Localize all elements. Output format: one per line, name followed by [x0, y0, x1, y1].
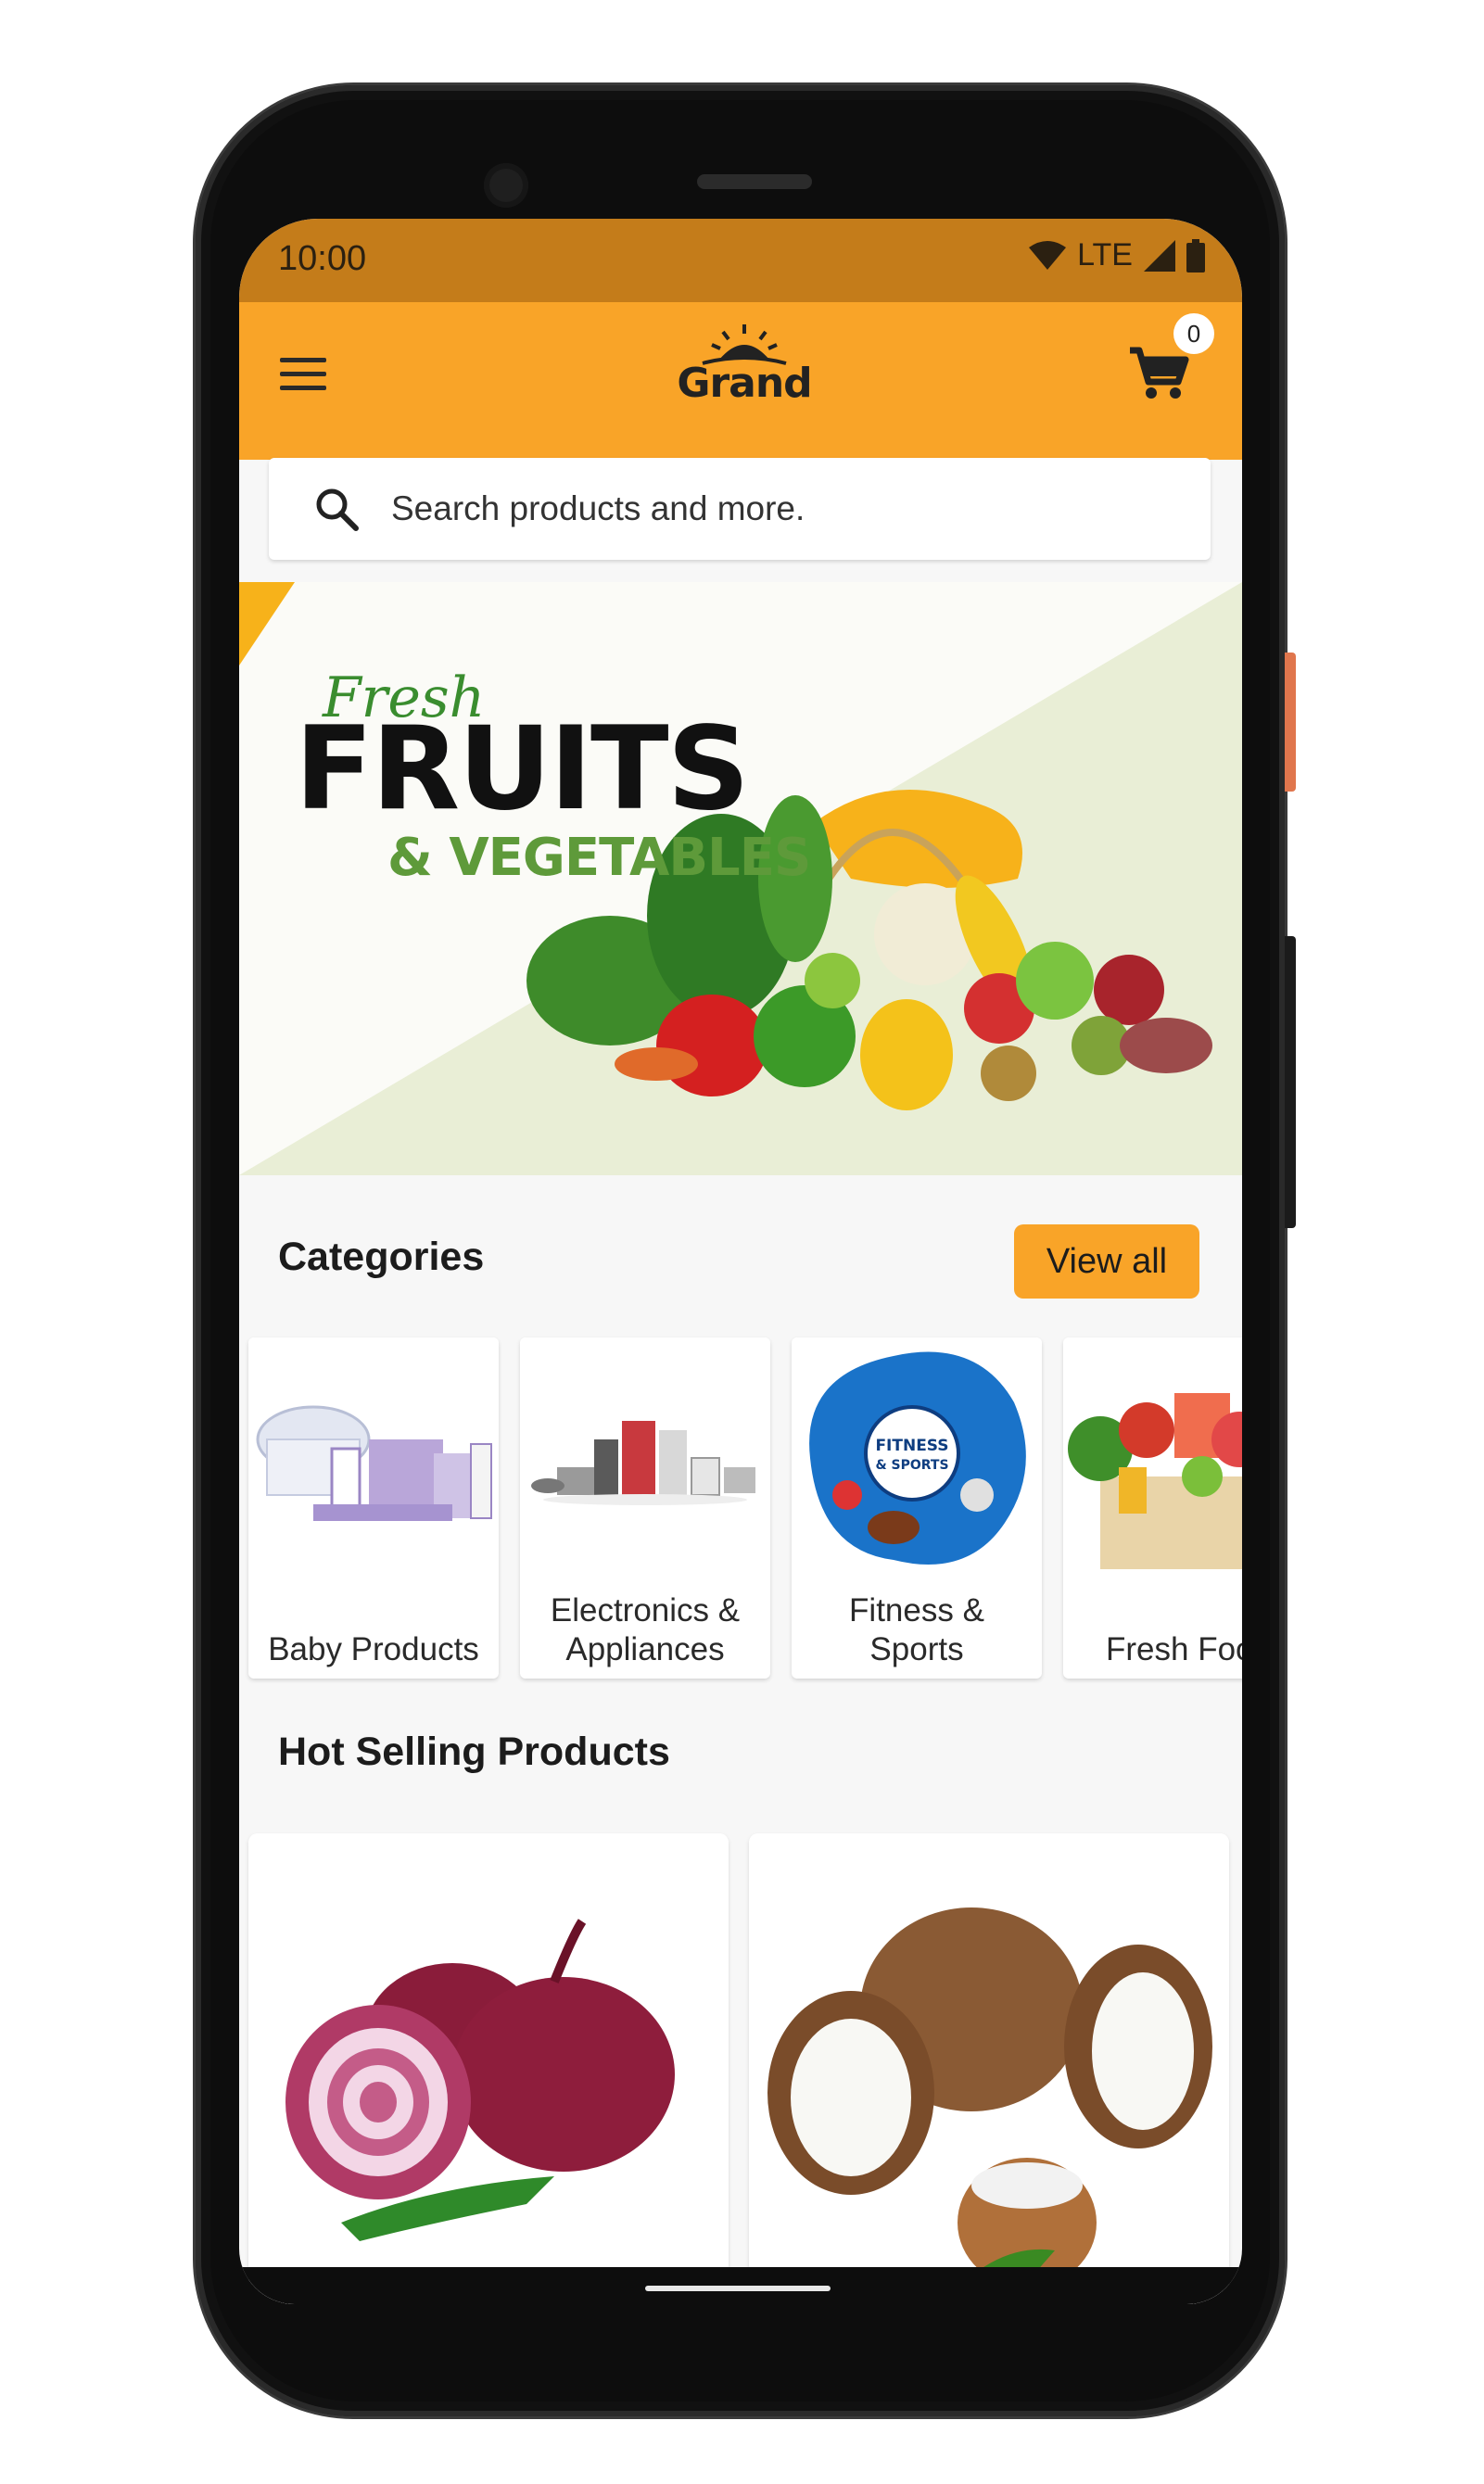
network-type: LTE [1077, 237, 1133, 272]
power-button [1285, 653, 1296, 792]
battery-icon [1186, 238, 1205, 272]
view-all-button[interactable]: View all [1014, 1224, 1199, 1299]
category-card-baby-products[interactable]: Baby Products [248, 1337, 499, 1679]
category-card-electronics-appliances[interactable]: Electronics & Appliances [520, 1337, 770, 1679]
product-card-coconut[interactable] [749, 1833, 1229, 2304]
categories-title: Categories [278, 1235, 485, 1279]
menu-icon[interactable] [280, 358, 326, 395]
banner-line-fruits: FRUITS [295, 703, 750, 836]
category-card-fresh-food[interactable]: Fresh Foo [1063, 1337, 1242, 1679]
brand-logo[interactable]: Grand [675, 323, 814, 415]
search-input[interactable]: Search products and more. [269, 458, 1211, 560]
hot-selling-title: Hot Selling Products [278, 1730, 670, 1774]
status-time: 10:00 [278, 239, 367, 278]
product-card-onion[interactable] [248, 1833, 729, 2304]
search-placeholder: Search products and more. [391, 489, 805, 527]
status-bar: 10:00 LTE [239, 219, 1242, 302]
category-card-fitness-sports[interactable]: FITNESS & SPORTS Fitness & Sports [792, 1337, 1042, 1679]
onion-image [248, 1833, 729, 2304]
fresh-food-image [1063, 1337, 1242, 1588]
svg-text:FITNESS: FITNESS [875, 1437, 948, 1455]
earpiece-speaker [697, 174, 812, 189]
category-label: Baby Products [268, 1631, 479, 1667]
category-label: Fresh Foo [1106, 1631, 1242, 1667]
fitness-sports-image: FITNESS & SPORTS [792, 1337, 1042, 1588]
app-screen: 10:00 LTE Grand 0 Search products and mo… [239, 219, 1242, 2304]
banner-line-vegetables: & VEGETABLES [387, 828, 811, 888]
promo-banner[interactable]: Fresh FRUITS & VEGETABLES [239, 582, 1242, 1175]
coconut-image [749, 1833, 1229, 2304]
category-label: Electronics & Appliances [550, 1592, 741, 1667]
wifi-icon [1029, 240, 1067, 270]
search-icon [316, 488, 359, 531]
svg-text:& SPORTS: & SPORTS [875, 1458, 948, 1473]
system-nav-bar [239, 2267, 1242, 2304]
electronics-appliances-image [520, 1337, 770, 1588]
baby-products-image [248, 1337, 499, 1588]
app-bar: Grand 0 [239, 302, 1242, 460]
brand-name: Grand [677, 360, 812, 407]
cart-count-badge: 0 [1173, 313, 1214, 354]
volume-button [1285, 936, 1296, 1228]
front-camera [484, 163, 528, 208]
status-icons: LTE [1029, 237, 1205, 273]
home-indicator[interactable] [645, 2286, 831, 2291]
signal-icon [1144, 239, 1175, 272]
category-label: Fitness & Sports [849, 1592, 984, 1667]
